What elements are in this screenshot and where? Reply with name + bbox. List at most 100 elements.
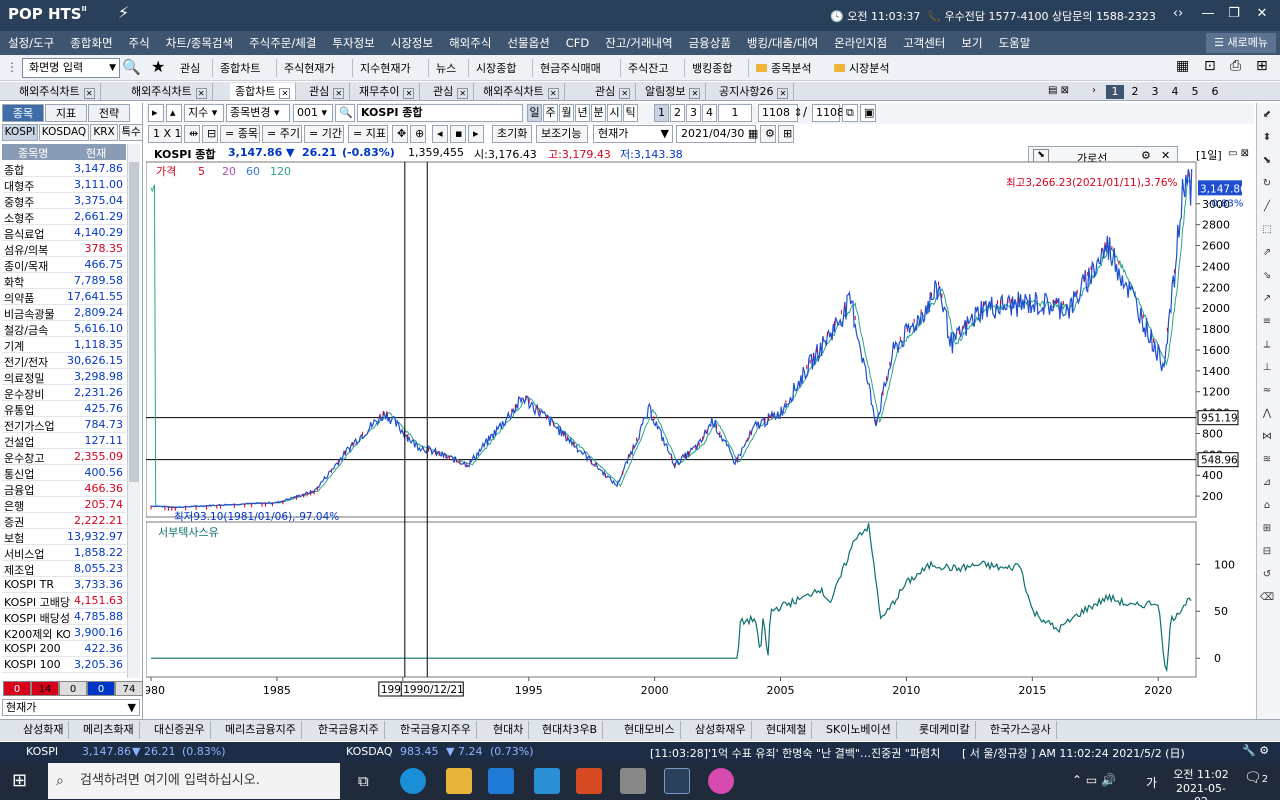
left-tab-2[interactable]: 전략 bbox=[88, 104, 130, 122]
date-input[interactable]: 2021/04/30 ▦ bbox=[676, 125, 758, 143]
bottom-tab-4[interactable]: 한국금융지주 bbox=[313, 721, 385, 739]
bottom-tab-13[interactable]: 한국가스공사 bbox=[985, 721, 1057, 739]
change-stock-select[interactable]: 종목변경 ▾ bbox=[226, 104, 290, 122]
draw-tool-0[interactable]: ⬋ bbox=[1258, 106, 1276, 123]
menu-item-11[interactable]: 금융상품 bbox=[681, 31, 739, 55]
calculator-icon[interactable]: ▦ bbox=[1176, 58, 1189, 74]
list-item[interactable]: 중형주 3,375.04 bbox=[2, 193, 126, 209]
list-item[interactable]: 의약품 17,641.55 bbox=[2, 289, 126, 305]
list-item[interactable]: KOSPI 100 3,205.36 bbox=[2, 657, 126, 673]
period-num-2[interactable]: 3 bbox=[686, 104, 701, 122]
store-icon[interactable] bbox=[488, 768, 514, 794]
bottom-tab-8[interactable]: 현대모비스 bbox=[619, 721, 681, 739]
maximize-button[interactable]: ❐ bbox=[1222, 4, 1246, 24]
tab-3[interactable]: 관심 ✕ bbox=[304, 83, 351, 100]
edge-icon[interactable] bbox=[400, 768, 426, 794]
tab-1[interactable]: 해외주식차트 ✕ bbox=[126, 83, 213, 100]
app-icon[interactable] bbox=[620, 768, 646, 794]
list-item[interactable]: 소형주 2,661.29 bbox=[2, 209, 126, 225]
search-icon[interactable]: 🔍 bbox=[122, 58, 141, 76]
list-item[interactable]: 전기가스업 784.73 bbox=[2, 417, 126, 433]
tab-4[interactable]: 재무추이 ✕ bbox=[354, 83, 421, 100]
task-view-icon[interactable]: ⧉ bbox=[358, 772, 369, 790]
save-icon[interactable]: ▣ bbox=[860, 104, 876, 122]
tab-list-icon[interactable]: ▤ ⊠ bbox=[1048, 85, 1069, 96]
toolbar-item-4[interactable]: 뉴스 bbox=[436, 60, 456, 76]
bottom-tab-3[interactable]: 메리츠금융지주 bbox=[220, 721, 302, 739]
code-input[interactable]: 001 ▾ bbox=[293, 104, 333, 122]
tab-close-icon[interactable]: ✕ bbox=[83, 88, 95, 99]
menu-item-4[interactable]: 주식주문/체결 bbox=[241, 31, 324, 55]
tab-close-icon[interactable]: ✕ bbox=[403, 88, 415, 99]
tab-close-icon[interactable]: ✕ bbox=[457, 88, 469, 99]
minimize-button[interactable]: — bbox=[1196, 4, 1220, 24]
stop-icon[interactable]: ▪ bbox=[450, 125, 466, 143]
page-1[interactable]: 1 bbox=[1106, 85, 1124, 99]
taskbar-search[interactable]: ⌕ 검색하려면 여기에 입력하십시오. bbox=[48, 763, 340, 799]
ime-indicator[interactable]: 가 bbox=[1146, 774, 1157, 791]
menu-item-5[interactable]: 투자정보 bbox=[324, 31, 382, 55]
list-item[interactable]: 종합 3,147.86 bbox=[2, 161, 126, 177]
layout-btn-3[interactable]: = 기간 bbox=[304, 125, 344, 143]
menu-item-8[interactable]: 선물옵션 bbox=[499, 31, 557, 55]
bottom-tab-12[interactable]: 롯데케미칼 bbox=[914, 721, 976, 739]
tab-2[interactable]: 종합차트 ✕ bbox=[230, 83, 297, 100]
restore-icon[interactable]: ‹› bbox=[1166, 4, 1190, 24]
page-5[interactable]: 5 bbox=[1186, 85, 1204, 99]
layout-btn-1[interactable]: = 종목 bbox=[220, 125, 260, 143]
menu-item-12[interactable]: 뱅킹/대출/대여 bbox=[739, 31, 826, 55]
draw-tool-15[interactable]: ≋ bbox=[1258, 451, 1276, 468]
screen-icon[interactable]: ⊡ bbox=[1204, 58, 1216, 74]
grid-small-icon[interactable]: ⊟ bbox=[202, 125, 218, 143]
draw-tool-18[interactable]: ⊞ bbox=[1258, 520, 1276, 537]
toolbar-item-3[interactable]: 지수현재가 bbox=[360, 60, 411, 76]
draw-tool-3[interactable]: ↻ bbox=[1258, 175, 1276, 192]
list-scrollbar[interactable] bbox=[127, 144, 140, 678]
draw-tool-10[interactable]: ⟂ bbox=[1258, 336, 1276, 353]
draw-tool-4[interactable]: ╱ bbox=[1258, 198, 1276, 215]
list-item[interactable]: 섬유/의복 378.35 bbox=[2, 241, 126, 257]
market-tab-3[interactable]: 특수 bbox=[119, 124, 143, 141]
layout-btn-0[interactable]: 1 X 1 bbox=[148, 125, 182, 143]
list-item[interactable]: KOSPI 200 422.36 bbox=[2, 641, 126, 657]
grid-icon[interactable]: ⊞ bbox=[1256, 58, 1268, 74]
draw-tool-13[interactable]: ⋀ bbox=[1258, 405, 1276, 422]
toolbar-item-0[interactable]: 관심 bbox=[180, 60, 200, 76]
left-tab-0[interactable]: 종목 bbox=[2, 104, 44, 122]
list-item[interactable]: 비금속광물 2,809.24 bbox=[2, 305, 126, 321]
tab-close-icon[interactable]: ✕ bbox=[195, 88, 207, 99]
tab-close-icon[interactable]: ✕ bbox=[279, 88, 291, 99]
toolbar-item-6[interactable]: 현금주식매매 bbox=[540, 60, 601, 76]
list-item[interactable]: 종이/목재 466.75 bbox=[2, 257, 126, 273]
next-icon[interactable]: ▸ bbox=[468, 125, 484, 143]
draw-tool-19[interactable]: ⊟ bbox=[1258, 543, 1276, 560]
draw-tool-20[interactable]: ↺ bbox=[1258, 566, 1276, 583]
link-icon[interactable]: ⇹ bbox=[184, 125, 200, 143]
bottom-tab-9[interactable]: 삼성화재우 bbox=[690, 721, 752, 739]
menu-item-6[interactable]: 시장정보 bbox=[383, 31, 441, 55]
period-1[interactable]: 주 bbox=[543, 104, 558, 122]
star-icon[interactable]: ★ bbox=[151, 57, 165, 76]
lightning-icon[interactable]: ⚡ bbox=[118, 3, 129, 22]
market-tab-2[interactable]: KRX bbox=[90, 124, 118, 141]
export-icon[interactable]: ⊞ bbox=[778, 125, 794, 143]
cursor-icon[interactable]: ⊕ bbox=[410, 125, 426, 143]
tab-9[interactable]: 공지사항26 ✕ bbox=[714, 83, 795, 100]
count-input-2[interactable]: 1108 bbox=[812, 104, 844, 122]
list-item[interactable]: 의료정밀 3,298.98 bbox=[2, 369, 126, 385]
draw-tool-2[interactable]: ⬊ bbox=[1258, 152, 1276, 169]
period-4[interactable]: 분 bbox=[591, 104, 606, 122]
period-6[interactable]: 틱 bbox=[623, 104, 638, 122]
tab-close-icon[interactable]: ✕ bbox=[689, 88, 701, 99]
page-2[interactable]: 2 bbox=[1126, 85, 1144, 99]
list-item[interactable]: 화학 7,789.58 bbox=[2, 273, 126, 289]
ticker-tools-icon[interactable]: 🔧 ⚙ bbox=[1242, 744, 1269, 757]
aux-button[interactable]: 보조기능 bbox=[536, 125, 588, 143]
tab-close-icon[interactable]: ✕ bbox=[547, 88, 559, 99]
print-icon[interactable]: ⎙ bbox=[1230, 58, 1241, 74]
pop-hts-taskbar-icon[interactable] bbox=[664, 768, 690, 794]
period-num-0[interactable]: 1 bbox=[654, 104, 669, 122]
list-item[interactable]: 기계 1,118.35 bbox=[2, 337, 126, 353]
draw-tool-12[interactable]: ≈ bbox=[1258, 382, 1276, 399]
list-item[interactable]: 서비스업 1,858.22 bbox=[2, 545, 126, 561]
